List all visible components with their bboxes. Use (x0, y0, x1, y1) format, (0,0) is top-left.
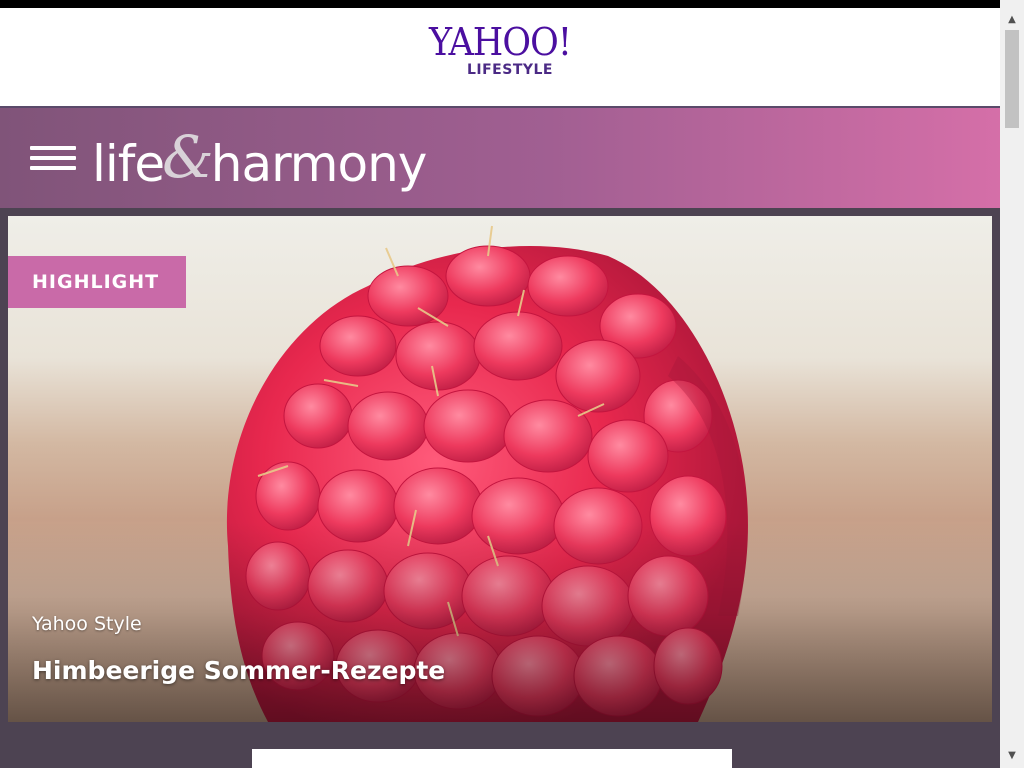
section-title-life: life (92, 135, 165, 193)
article-source: Yahoo Style (32, 613, 142, 635)
hero-article-card[interactable]: HIGHLIGHT Yahoo Style Himbeerige Sommer-… (8, 216, 992, 722)
logo-sub-text: LIFESTYLE (466, 62, 553, 78)
brand-header: YAHOO! LIFESTYLE (0, 8, 1000, 108)
top-black-bar (0, 0, 1000, 8)
scroll-down-arrow-icon[interactable]: ▼ (1000, 746, 1024, 766)
hamburger-line (30, 146, 76, 150)
hero-gradient-overlay (8, 522, 992, 722)
article-title[interactable]: Himbeerige Sommer-Rezepte (32, 654, 445, 688)
scroll-up-arrow-icon[interactable]: ▲ (1000, 10, 1024, 30)
vertical-scrollbar[interactable]: ▲ ▼ (1000, 0, 1024, 768)
section-bar: life&harmony (0, 108, 1000, 208)
scrollbar-thumb[interactable] (1005, 30, 1019, 128)
hamburger-line (30, 166, 76, 170)
logo-main-text: YAHOO! (429, 20, 572, 64)
hamburger-menu-icon[interactable] (30, 144, 76, 174)
section-title-harmony: harmony (210, 135, 428, 193)
highlight-badge: HIGHLIGHT (8, 256, 186, 308)
yahoo-lifestyle-logo[interactable]: YAHOO! LIFESTYLE (0, 22, 1000, 78)
hamburger-line (30, 156, 76, 160)
page: YAHOO! LIFESTYLE life&harmony HIGHLIGHT … (0, 0, 1024, 768)
content-card-placeholder (252, 749, 732, 768)
section-title-ampersand: & (162, 123, 214, 191)
section-title[interactable]: life&harmony (92, 123, 428, 196)
